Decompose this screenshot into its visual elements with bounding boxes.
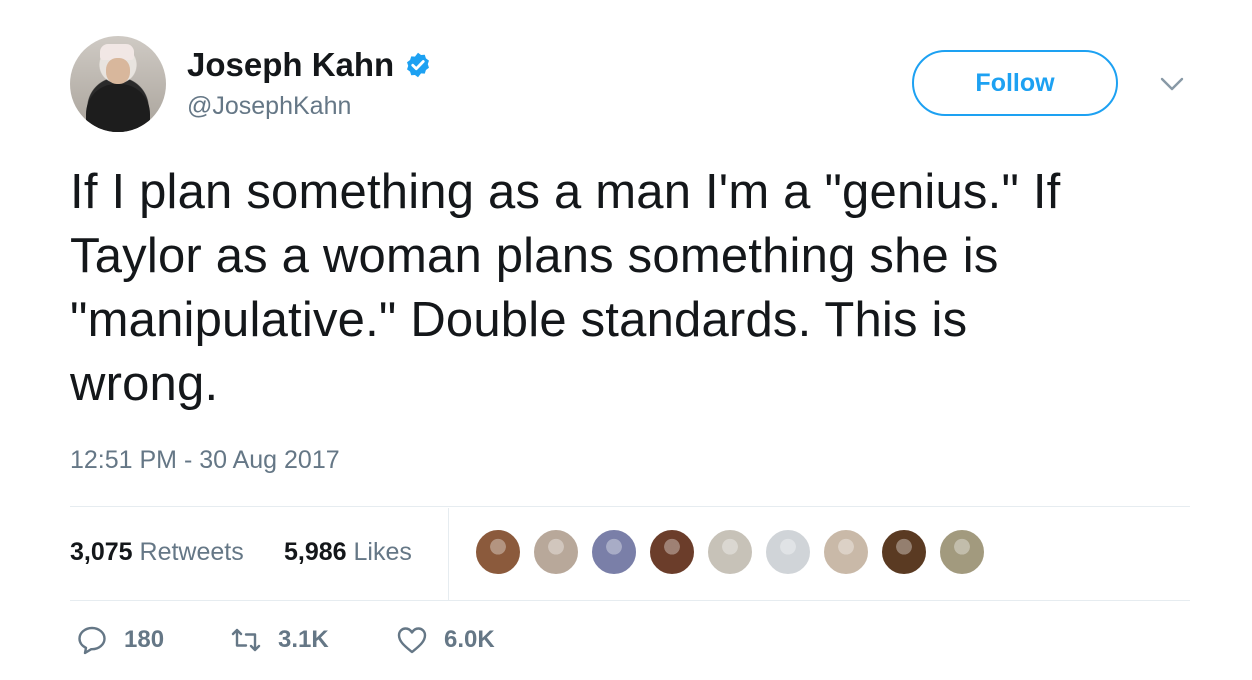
divider xyxy=(70,600,1190,601)
tweet-text: If I plan something as a man I'm a "geni… xyxy=(70,160,1210,416)
user-handle[interactable]: @JosephKahn xyxy=(187,92,351,121)
liker-avatar[interactable] xyxy=(880,528,928,576)
liker-avatar[interactable] xyxy=(764,528,812,576)
chevron-down-icon[interactable] xyxy=(1158,74,1186,94)
liker-avatar[interactable] xyxy=(532,528,580,576)
liker-avatar[interactable] xyxy=(822,528,870,576)
retweets-stat[interactable]: 3,075 Retweets xyxy=(70,538,244,567)
liker-avatar[interactable] xyxy=(706,528,754,576)
reply-icon xyxy=(78,626,106,655)
verified-badge-icon xyxy=(407,52,430,78)
divider xyxy=(70,506,1190,507)
tweet-line: If I plan something as a man I'm a "geni… xyxy=(70,165,1061,219)
like-count: 6.0K xyxy=(444,626,495,653)
retweet-action[interactable]: 3.1K xyxy=(230,624,329,656)
tweet-stats: 3,075 Retweets 5,986 Likes xyxy=(70,508,1190,600)
avatar-shirt xyxy=(86,84,150,132)
name-row: Joseph Kahn xyxy=(187,46,432,84)
tweet-header: Joseph Kahn @JosephKahn Follow xyxy=(70,36,1200,136)
retweets-count: 3,075 xyxy=(70,538,133,566)
tweet-actions: 180 3.1K 6.0K xyxy=(70,624,670,668)
liker-avatars xyxy=(474,528,996,576)
likes-label: Likes xyxy=(353,538,412,566)
follow-button[interactable]: Follow xyxy=(912,50,1118,116)
tweet-timestamp[interactable]: 12:51 PM - 30 Aug 2017 xyxy=(70,446,340,475)
retweet-icon xyxy=(231,628,261,652)
reply-count: 180 xyxy=(124,626,165,653)
heart-icon xyxy=(397,627,427,654)
liker-avatar[interactable] xyxy=(590,528,638,576)
display-name[interactable]: Joseph Kahn xyxy=(187,46,394,84)
liker-avatar[interactable] xyxy=(938,528,986,576)
like-action[interactable]: 6.0K xyxy=(396,624,495,656)
avatar[interactable] xyxy=(70,36,166,132)
retweet-count: 3.1K xyxy=(278,626,329,653)
avatar-face xyxy=(106,58,130,84)
liker-avatar[interactable] xyxy=(474,528,522,576)
likes-stat[interactable]: 5,986 Likes xyxy=(284,538,412,567)
tweet-line: Taylor as a woman plans something she is xyxy=(70,229,999,283)
stats-divider xyxy=(448,508,449,600)
tweet-line: wrong. xyxy=(70,357,219,411)
tweet-line: "manipulative." Double standards. This i… xyxy=(70,293,968,347)
liker-avatar[interactable] xyxy=(648,528,696,576)
likes-count: 5,986 xyxy=(284,538,347,566)
reply-action[interactable]: 180 xyxy=(76,624,164,656)
retweets-label: Retweets xyxy=(139,538,244,566)
